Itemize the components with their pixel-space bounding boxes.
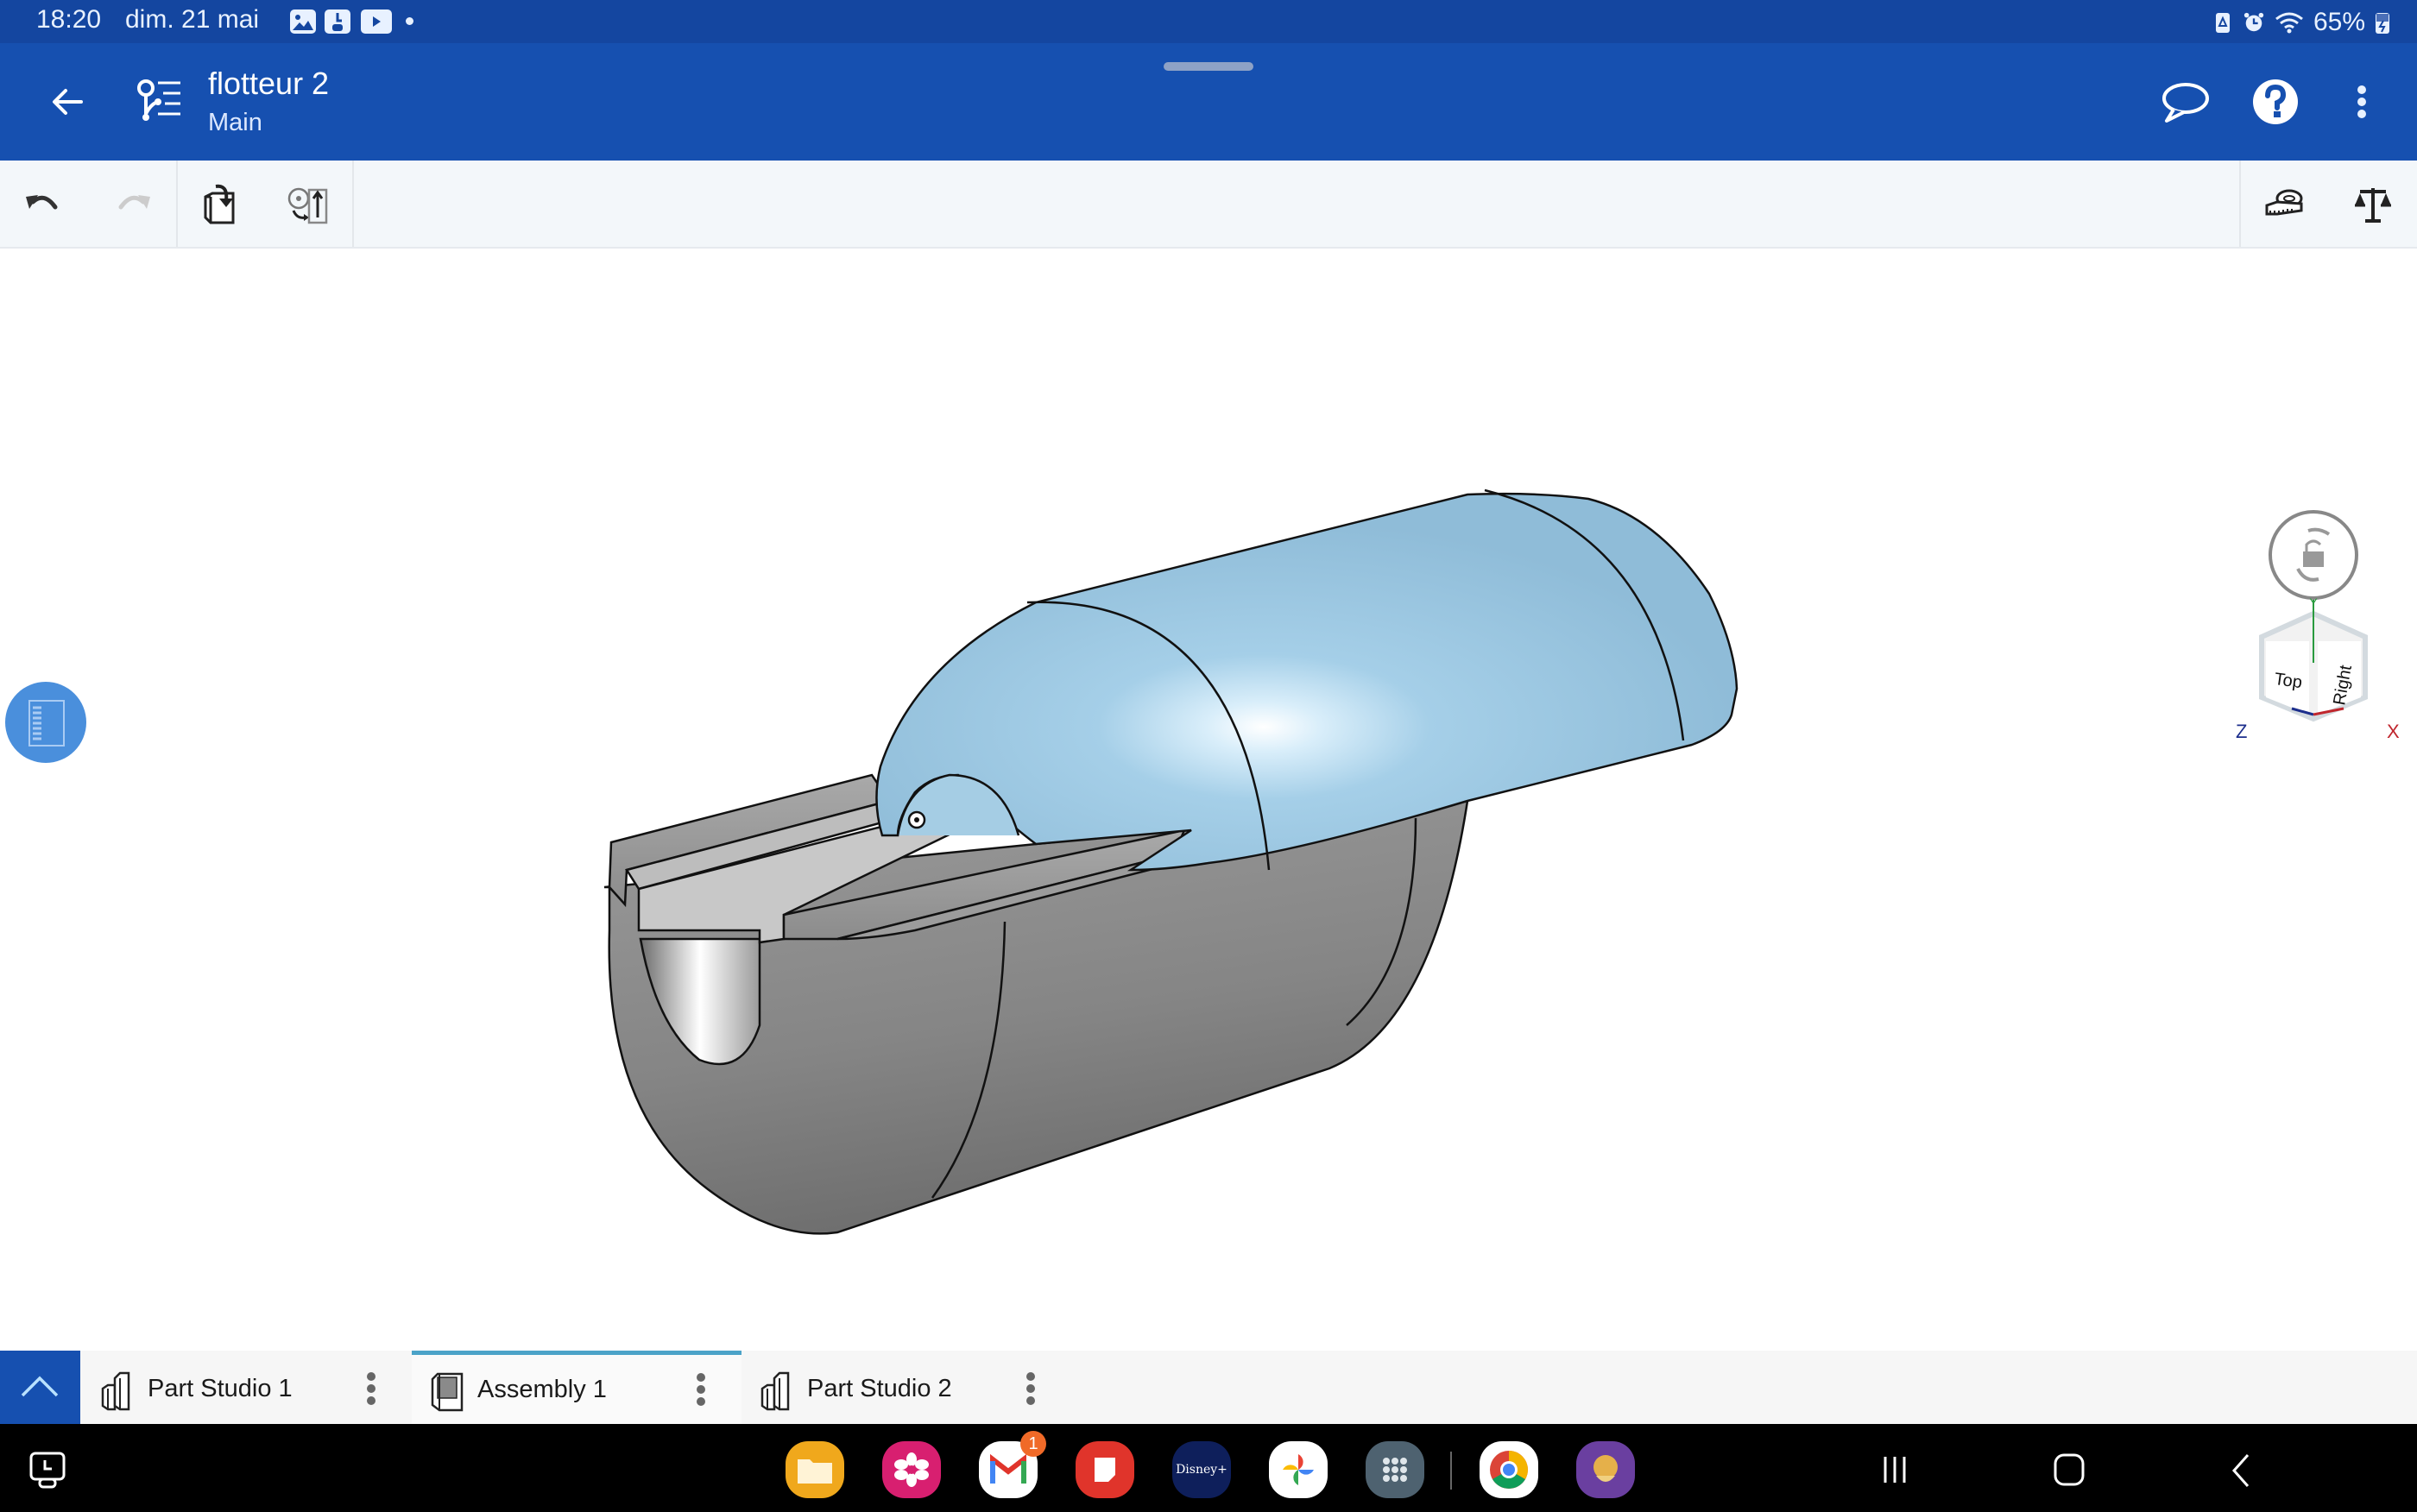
part-studio-icon xyxy=(101,1371,130,1411)
google-photos-app[interactable] xyxy=(1269,1441,1328,1498)
drag-handle[interactable] xyxy=(1164,62,1253,71)
axis-x-label: X xyxy=(2387,721,2400,742)
app-bar: flotteur 2 Main xyxy=(0,43,2417,161)
notes-icon xyxy=(1095,1458,1115,1482)
back-arrow-icon[interactable] xyxy=(43,78,92,126)
branch-name[interactable]: Main xyxy=(208,109,262,137)
tab-menu-icon[interactable] xyxy=(695,1370,707,1410)
samsung-notes-app[interactable] xyxy=(1076,1441,1134,1498)
date: dim. 21 mai xyxy=(125,5,260,34)
gmail-icon xyxy=(990,1454,1026,1484)
gmail-app[interactable]: 1 xyxy=(979,1431,1046,1498)
pinwheel-icon xyxy=(1283,1454,1314,1485)
my-files-app[interactable] xyxy=(786,1441,844,1498)
toolbar-divider xyxy=(352,161,354,247)
toolbar-divider xyxy=(2239,161,2241,247)
tab-part-studio-2[interactable]: Part Studio 2 xyxy=(742,1351,1071,1424)
app-drawer[interactable] xyxy=(1366,1441,1424,1498)
disney-plus-app[interactable]: Disney+ xyxy=(1172,1441,1231,1498)
taskbar-divider xyxy=(1450,1452,1452,1490)
back-nav-icon[interactable] xyxy=(2220,1448,2263,1491)
tab-menu-icon[interactable] xyxy=(365,1370,377,1409)
assembly-icon xyxy=(431,1372,464,1412)
home-nav-icon[interactable] xyxy=(2048,1448,2091,1491)
blossom-app[interactable] xyxy=(882,1441,941,1498)
view-cube-top-face[interactable]: Top xyxy=(2273,670,2303,692)
clash-of-clans-app[interactable] xyxy=(1576,1441,1635,1498)
gallery-icon xyxy=(290,9,316,34)
tab-label: Part Studio 2 xyxy=(807,1375,952,1402)
recent-apps-panel-icon[interactable] xyxy=(26,1448,69,1491)
insert-part-icon[interactable] xyxy=(199,183,242,226)
game-character-icon xyxy=(1593,1455,1618,1482)
axis-z-label: Z xyxy=(2236,721,2247,742)
grid-icon xyxy=(1383,1458,1407,1482)
tab-menu-icon[interactable] xyxy=(1025,1370,1037,1409)
document-title: flotteur 2 xyxy=(208,66,330,101)
comments-icon[interactable] xyxy=(2158,76,2210,128)
battery-percent: 65% xyxy=(2313,8,2365,36)
axis-y-label: Y xyxy=(2309,595,2318,609)
measure-tool-icon[interactable] xyxy=(2263,183,2307,226)
undo-icon[interactable] xyxy=(22,183,66,226)
mate-connector-icon[interactable] xyxy=(287,183,330,226)
mass-properties-icon[interactable] xyxy=(2351,183,2395,226)
tab-assembly-1[interactable]: Assembly 1 xyxy=(412,1351,742,1424)
expand-tabs-button[interactable] xyxy=(0,1351,80,1424)
tab-label: Part Studio 1 xyxy=(148,1375,293,1402)
chrome-icon xyxy=(1490,1451,1528,1489)
system-taskbar: 1 Disney+ xyxy=(0,1424,2417,1512)
more-options-icon[interactable] xyxy=(2338,76,2389,128)
tab-part-studio-1[interactable]: Part Studio 1 xyxy=(82,1351,412,1424)
flower-icon xyxy=(894,1452,929,1487)
toolbar-divider xyxy=(176,161,178,247)
alarm-icon xyxy=(2243,12,2264,32)
battery-charging-icon xyxy=(2376,13,2389,34)
disney-plus-label: Disney+ xyxy=(1176,1463,1227,1477)
model-render[interactable] xyxy=(0,249,2417,1351)
chevron-up-icon xyxy=(21,1376,59,1397)
wifi-icon xyxy=(2275,12,2303,34)
chrome-app[interactable] xyxy=(1480,1441,1538,1498)
graphics-viewport[interactable]: Y Top Right Z X xyxy=(0,249,2417,1351)
view-cube[interactable]: Y Top Right Z X xyxy=(2218,503,2408,745)
upper-part[interactable] xyxy=(875,488,1739,872)
tab-bar: Part Studio 1 Assembly 1 Part Studio 2 xyxy=(0,1351,2417,1424)
part-studio-icon xyxy=(760,1371,790,1411)
help-icon[interactable] xyxy=(2250,76,2301,128)
folder-icon xyxy=(798,1459,832,1484)
more-notifications-dot xyxy=(406,17,413,25)
notification-badge: 1 xyxy=(1020,1431,1046,1457)
youtube-icon xyxy=(361,9,392,34)
redo-icon[interactable] xyxy=(110,183,154,226)
toolbar xyxy=(0,161,2417,249)
usb-debug-icon xyxy=(325,9,350,34)
tab-label: Assembly 1 xyxy=(477,1376,607,1403)
version-graph-icon[interactable] xyxy=(134,76,182,126)
status-bar: 18:20 dim. 21 mai 65% xyxy=(0,0,2417,43)
clock: 18:20 xyxy=(36,5,102,34)
recents-nav-icon[interactable] xyxy=(1873,1448,1916,1491)
battery-saver-icon xyxy=(2215,13,2230,33)
